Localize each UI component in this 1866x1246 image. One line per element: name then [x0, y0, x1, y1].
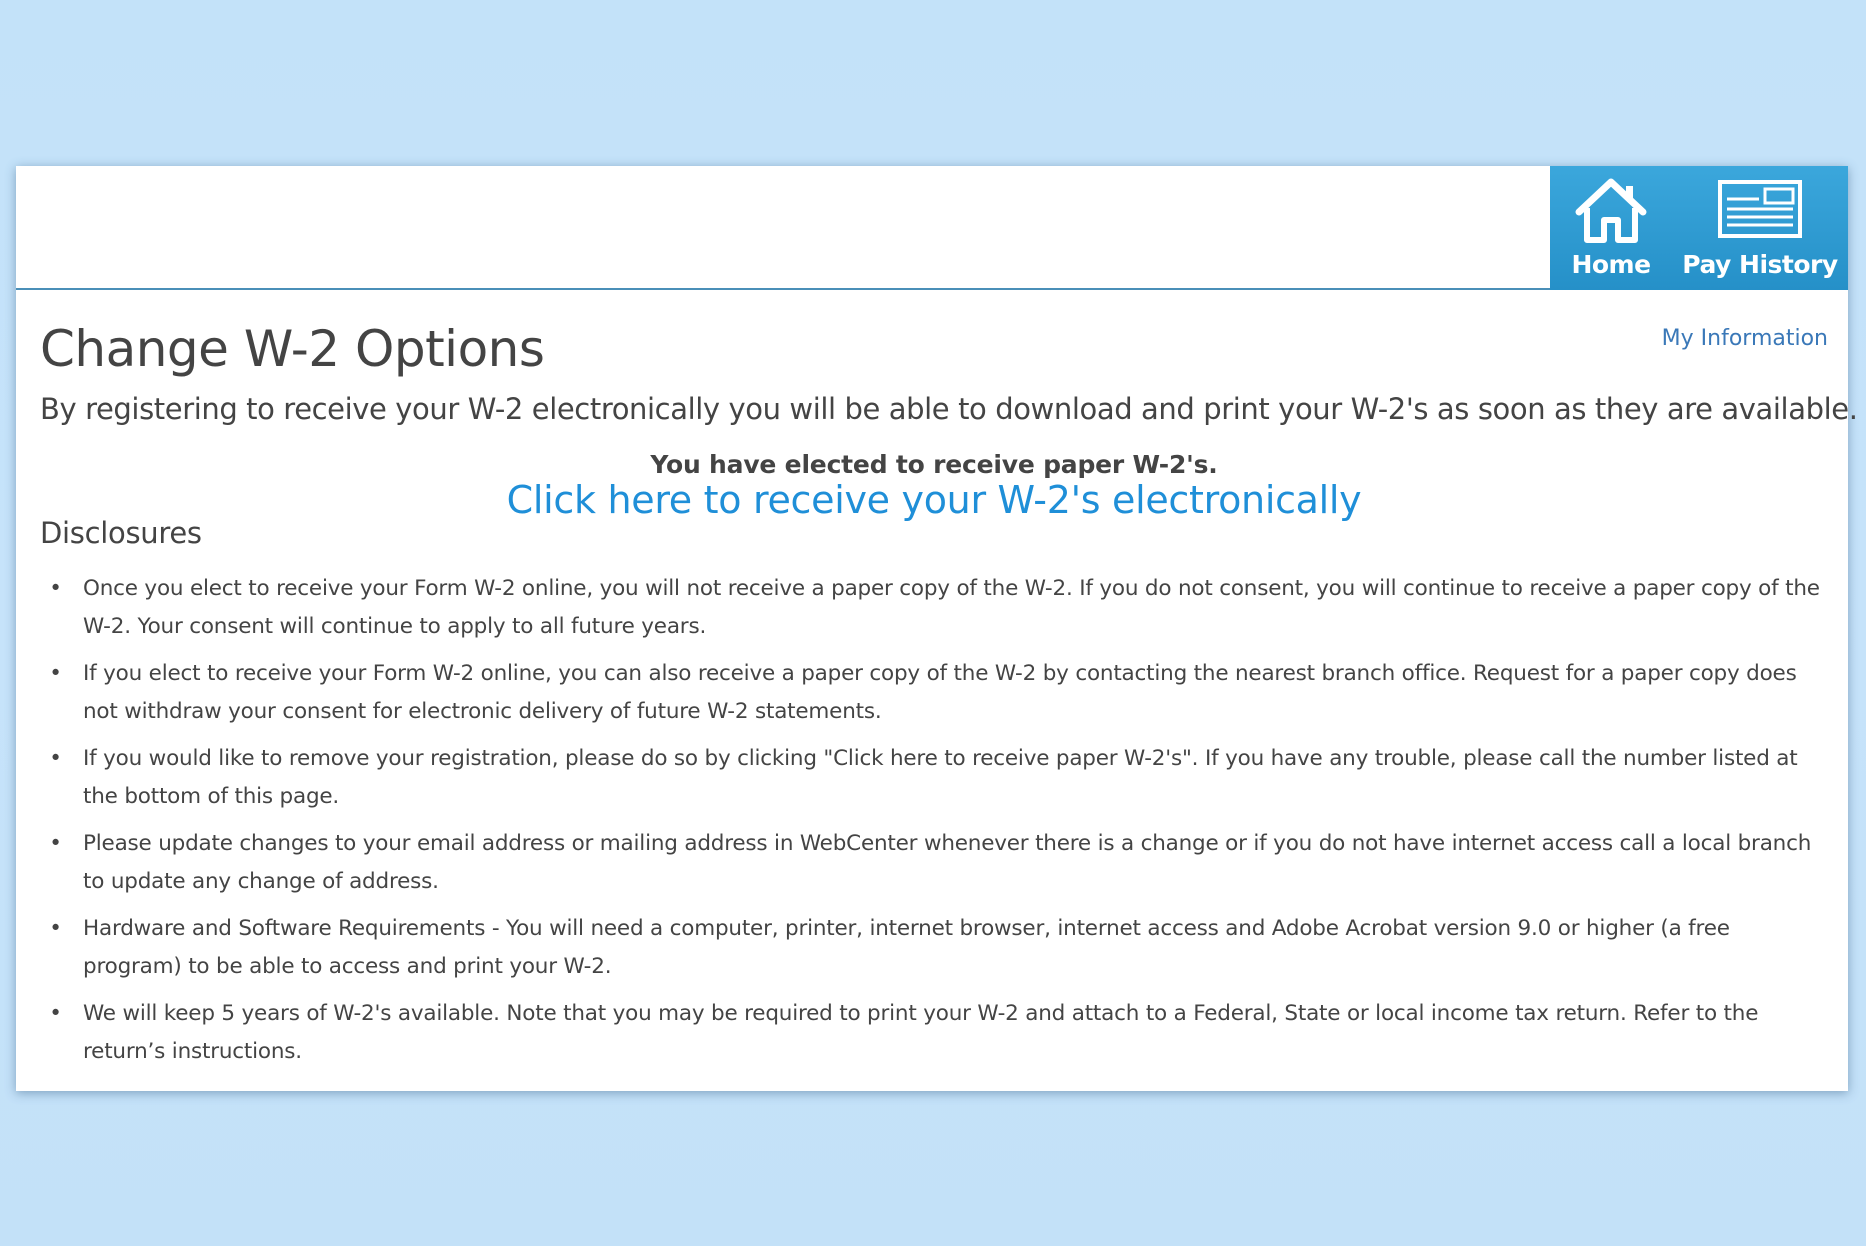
disclosure-text: Hardware and Software Requirements - You… — [83, 916, 1730, 979]
intro-text: By registering to receive your W-2 elect… — [40, 392, 1858, 426]
bullet-icon: • — [49, 1001, 62, 1026]
disclosure-text: If you would like to remove your registr… — [83, 746, 1798, 809]
disclosure-item: • Once you elect to receive your Form W-2… — [40, 570, 1828, 646]
disclosure-text: If you elect to receive your Form W-2 on… — [83, 661, 1797, 724]
main-panel: Home Pay History Change W-2 Options My I… — [16, 166, 1858, 1091]
disclosure-text: Please update changes to your email addr… — [83, 831, 1812, 894]
receive-electronically-link[interactable]: Click here to receive your W-2's electro… — [40, 478, 1828, 522]
disclosures-list: • Once you elect to receive your Form W-2… — [40, 570, 1828, 1080]
nav-bar: Home Pay History — [1550, 166, 1848, 290]
top-bar: Home Pay History — [16, 166, 1848, 290]
bullet-icon: • — [49, 576, 62, 601]
my-information-link[interactable]: My Information — [1662, 326, 1828, 351]
disclosure-text: Once you elect to receive your Form W-2 … — [83, 576, 1820, 639]
election-status: You have elected to receive paper W-2's. — [650, 450, 1218, 479]
disclosure-text: We will keep 5 years of W-2's available.… — [83, 1001, 1759, 1064]
disclosures-heading: Disclosures — [40, 516, 202, 550]
disclosure-item: • Please update changes to your email add… — [40, 825, 1828, 901]
disclosure-item: • If you elect to receive your Form W-2 o… — [40, 655, 1828, 731]
nav-pay-history-button[interactable]: Pay History — [1672, 166, 1848, 290]
bullet-icon: • — [49, 916, 62, 941]
bullet-icon: • — [49, 831, 62, 856]
pay-stub-icon — [1717, 172, 1803, 248]
nav-home-button[interactable]: Home — [1550, 166, 1672, 290]
nav-pay-history-label: Pay History — [1682, 250, 1838, 279]
page-title: Change W-2 Options — [40, 320, 545, 378]
home-icon — [1571, 172, 1651, 248]
nav-home-label: Home — [1571, 250, 1651, 279]
bullet-icon: • — [49, 746, 62, 771]
disclosure-item: • If you would like to remove your regist… — [40, 740, 1828, 816]
bullet-icon: • — [49, 661, 62, 686]
disclosure-item: • We will keep 5 years of W-2's available… — [40, 995, 1828, 1071]
disclosure-item: • Hardware and Software Requirements - Yo… — [40, 910, 1828, 986]
